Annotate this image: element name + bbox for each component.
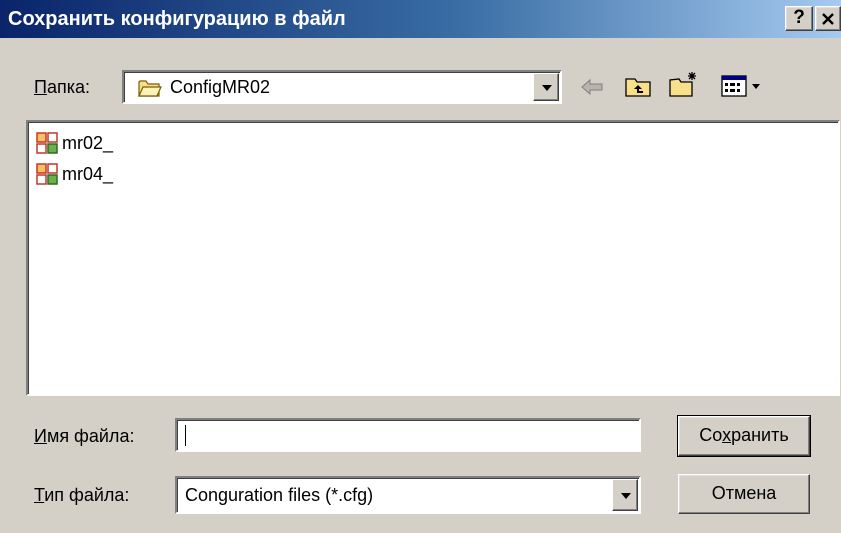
filetype-value: Conguration files (*.cfg) (185, 485, 374, 505)
config-file-icon (36, 163, 58, 185)
folder-dropdown-button[interactable] (533, 73, 559, 101)
cancel-button[interactable]: Отмена (678, 474, 810, 514)
back-arrow-icon[interactable] (580, 78, 604, 96)
save-button[interactable]: Сохранить (677, 415, 811, 457)
folder-label: Папка: (34, 77, 90, 97)
window-title: Сохранить конфигурацию в файл (8, 8, 346, 30)
title-bar[interactable]: Сохранить конфигурацию в файл ? (0, 0, 841, 38)
file-name: mr02_ (62, 132, 114, 153)
filetype-dropdown-button[interactable] (612, 479, 638, 511)
folder-icon (138, 80, 162, 97)
folder-value: ConfigMR02 (170, 77, 271, 97)
chevron-down-icon (621, 493, 631, 499)
file-list[interactable]: mr02_ mr04_ (26, 120, 840, 396)
file-item-mr04[interactable]: mr04_ (36, 163, 113, 185)
config-file-icon (36, 132, 58, 154)
view-menu-icon[interactable] (720, 74, 766, 98)
help-button[interactable]: ? (785, 6, 813, 31)
folder-combo[interactable]: ConfigMR02 (122, 70, 562, 104)
new-folder-icon[interactable] (668, 70, 700, 98)
filename-label: Имя файла: (34, 426, 135, 446)
filename-input[interactable] (175, 418, 641, 452)
close-icon (822, 13, 834, 25)
file-item-mr02[interactable]: mr02_ (36, 132, 113, 154)
save-config-dialog: Сохранить конфигурацию в файл ? Папка: C… (0, 0, 841, 533)
chevron-down-icon (542, 85, 552, 91)
close-button[interactable] (815, 6, 841, 31)
filetype-label: Тип файла: (34, 485, 130, 505)
text-caret (185, 425, 186, 446)
file-name: mr04_ (62, 163, 114, 184)
filetype-combo[interactable]: Conguration files (*.cfg) (175, 476, 641, 514)
up-folder-icon[interactable] (624, 74, 652, 98)
